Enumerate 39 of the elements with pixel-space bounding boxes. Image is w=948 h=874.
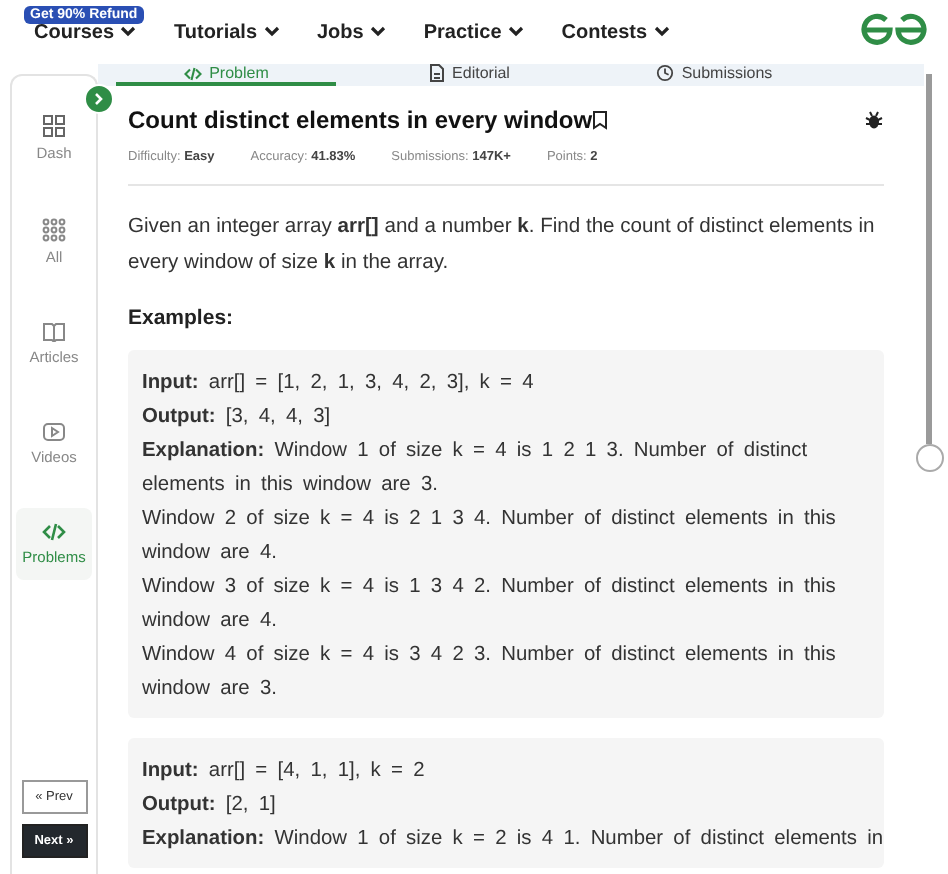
chevron-right-icon <box>94 92 104 106</box>
example-line: Explanation: Window 1 of size k = 2 is 4 1. Number of distinct elements in <box>142 826 884 854</box>
bug-icon[interactable] <box>864 110 884 130</box>
nav-menu-item[interactable]: Contests <box>561 21 670 43</box>
bookmark-icon[interactable] <box>592 110 609 130</box>
chevron-down-icon <box>369 26 386 38</box>
document-icon <box>430 64 445 82</box>
problem-title: Count distinct elements in every window <box>128 106 593 134</box>
example-line: Output: [2, 1] <box>142 792 278 820</box>
video-icon <box>42 422 66 442</box>
chevron-down-icon <box>507 26 524 38</box>
example-line: Window 2 of size k = 4 is 2 1 3 4. Number of distinct elements in this window are 4. <box>142 506 838 568</box>
example-line: Input: arr[] = [4, 1, 1], k = 2 <box>142 758 427 786</box>
example-line: Output: [3, 4, 4, 3] <box>142 404 333 432</box>
book-icon <box>42 322 66 342</box>
logo-icon[interactable] <box>860 10 928 50</box>
tab[interactable]: Submissions <box>604 64 824 86</box>
grid-icon <box>42 114 66 138</box>
tab[interactable]: Problem <box>116 64 336 86</box>
dots-grid-icon <box>42 218 66 242</box>
expand-toggle[interactable] <box>84 84 114 114</box>
clock-icon <box>655 64 674 82</box>
resize-handle[interactable] <box>916 444 944 472</box>
nav-menu-item[interactable]: Courses <box>34 21 137 43</box>
chevron-down-icon <box>653 26 670 38</box>
nav-menu-item[interactable]: Jobs <box>317 21 386 43</box>
nav-menu-item[interactable]: Practice <box>423 21 524 43</box>
example-line: Explanation: Window 1 of size k = 4 is 1 2 1 3. Number of distinct elements in this window are 3. <box>142 438 810 500</box>
chevron-down-icon <box>263 26 279 38</box>
examples-heading: Examples: <box>128 306 236 330</box>
chevron-down-icon <box>120 26 137 38</box>
example-line: Window 3 of size k = 4 is 1 3 4 2. Number of distinct elements in this window are 4. <box>142 574 838 636</box>
problem-description: Given an integer array arr[] and a number k. Find the count of distinct elements in every window of size k in the array. <box>128 214 877 278</box>
code-icon <box>42 522 66 542</box>
nav-menu-item[interactable]: Tutorials <box>174 21 279 43</box>
code-icon <box>183 65 202 81</box>
example-line: Window 4 of size k = 4 is 3 4 2 3. Number of distinct elements in this window are 3. <box>142 642 838 704</box>
example-line: Input: arr[] = [1, 2, 1, 3, 4, 2, 3], k = 4 <box>142 370 536 398</box>
tab[interactable]: Editorial <box>360 64 580 86</box>
